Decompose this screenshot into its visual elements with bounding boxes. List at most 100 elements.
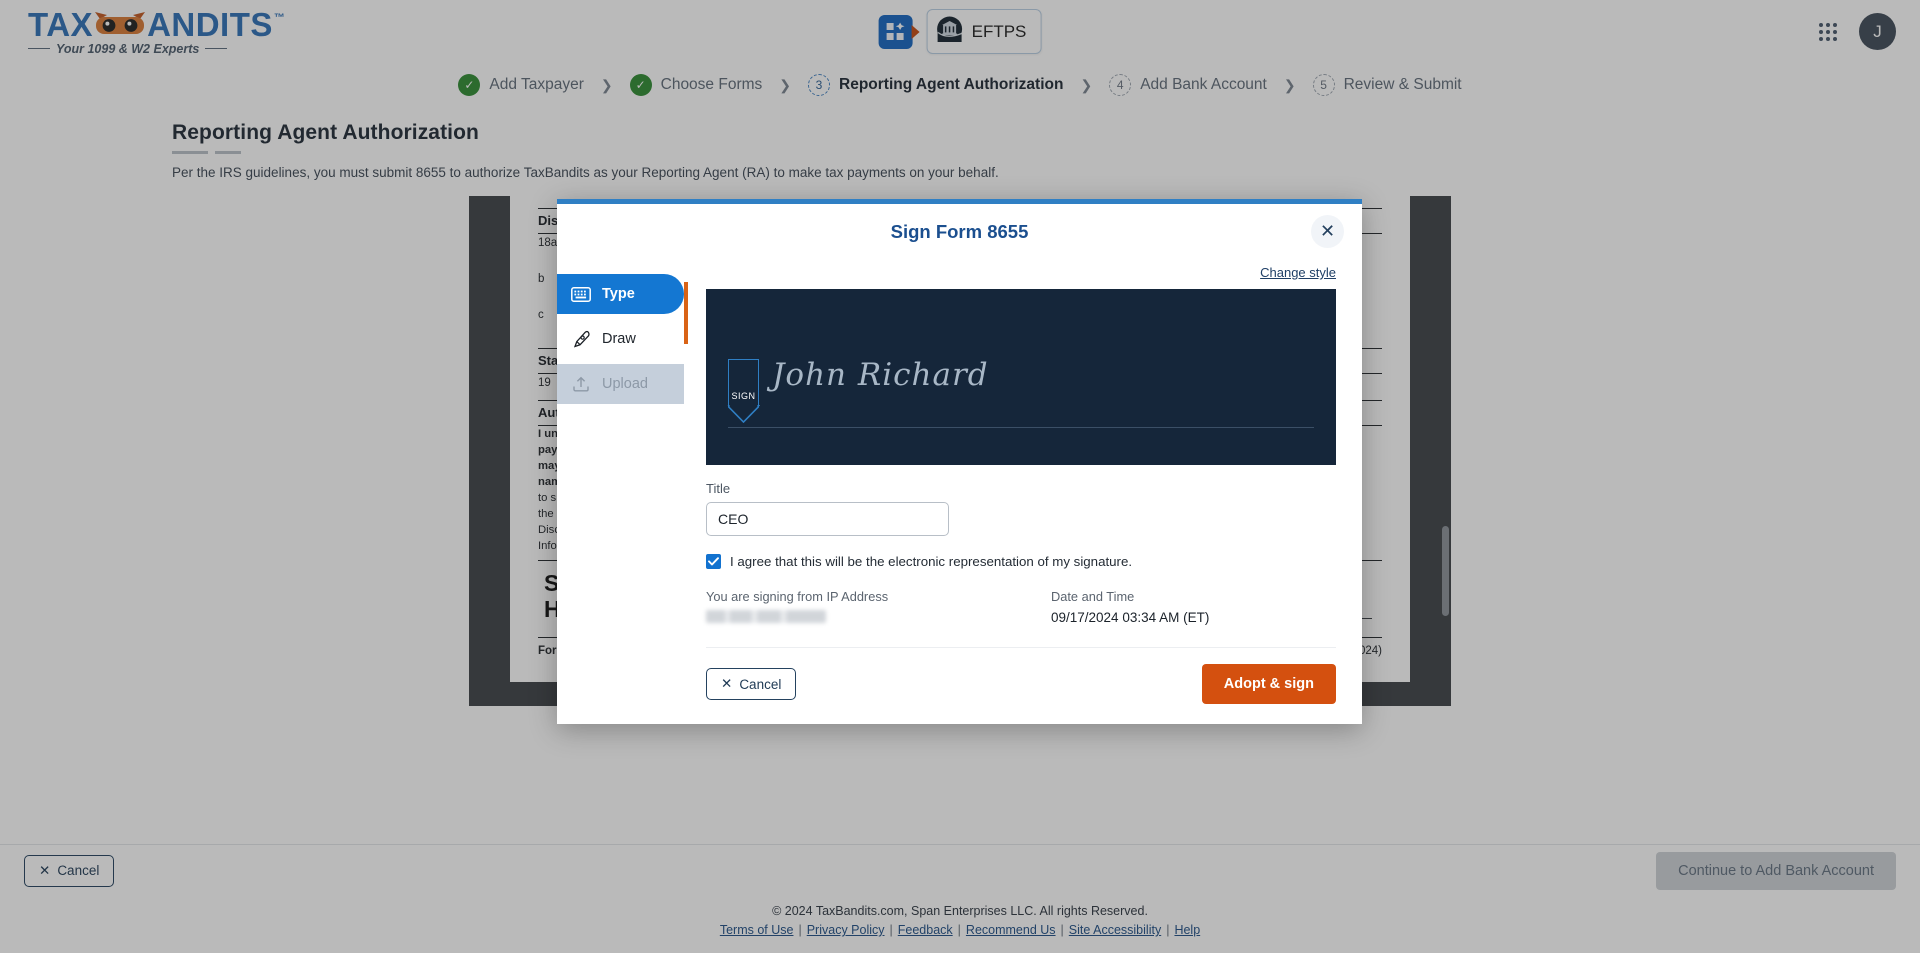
signing-metadata: You are signing from IP Address Date and…: [706, 589, 1336, 625]
agreement-checkbox[interactable]: [706, 554, 721, 569]
tab-draw-label: Draw: [602, 331, 636, 347]
step-separator: ❯: [1283, 76, 1296, 93]
page-title: Reporting Agent Authorization: [172, 121, 479, 144]
step-reporting-agent-authorization[interactable]: 3 Reporting Agent Authorization: [808, 74, 1063, 96]
step-3-number: 3: [808, 74, 831, 96]
keyboard-icon: [571, 284, 591, 304]
tab-draw[interactable]: Draw: [557, 319, 684, 359]
tab-upload-label: Upload: [602, 376, 648, 392]
eftps-label: EFTPS: [971, 21, 1027, 41]
step-add-taxpayer[interactable]: ✓ Add Taxpayer: [458, 74, 584, 96]
site-footer: © 2024 TaxBandits.com, Span Enterprises …: [0, 896, 1920, 953]
datetime-label: Date and Time: [1051, 589, 1135, 604]
taxbandits-logo[interactable]: TAX ANDITS ™ Your 1099 & W2 Experts: [28, 8, 285, 56]
modal-footer: ✕ Cancel Adopt & sign: [706, 647, 1336, 704]
step-3-label: Reporting Agent Authorization: [839, 76, 1064, 93]
close-icon[interactable]: ✕: [1311, 215, 1344, 248]
logo-text-tax: TAX: [28, 5, 94, 43]
active-tab-accent-bar: [684, 282, 688, 344]
ip-address-block: You are signing from IP Address: [706, 589, 1051, 625]
footer-link-privacy[interactable]: Privacy Policy: [807, 923, 885, 937]
signature-preview-pad[interactable]: SIGN John Richard: [706, 289, 1336, 465]
step-2-label: Choose Forms: [660, 76, 763, 93]
header-center-group: EFTPS: [878, 9, 1042, 54]
bottom-action-bar: ✕ Cancel Continue to Add Bank Account: [0, 844, 1920, 896]
datetime-block: Date and Time 09/17/2024 03:34 AM (ET): [1051, 589, 1336, 625]
apps-grid-icon[interactable]: [1819, 22, 1837, 41]
datetime-value: 09/17/2024 03:34 AM (ET): [1051, 610, 1210, 625]
tab-upload: Upload: [557, 364, 684, 404]
footer-links: Terms of Use | Privacy Policy | Feedback | Rec…: [719, 923, 1201, 937]
page-header: Reporting Agent Authorization Per the IR…: [0, 107, 1920, 180]
step-choose-forms[interactable]: ✓ Choose Forms: [629, 74, 763, 96]
step-5-number: 5: [1312, 74, 1335, 96]
signature-content: Change style SIGN John Richard Title CEO…: [684, 256, 1362, 724]
header-right-group: J: [1819, 13, 1896, 50]
sign-form-modal: Sign Form 8655 ✕ Type Draw Upload Change…: [557, 199, 1362, 724]
pen-icon: [571, 329, 591, 349]
step-2-status-icon: ✓: [629, 74, 652, 96]
cancel-button-label: Cancel: [57, 863, 100, 878]
tagline-dash-left: [28, 48, 50, 49]
title-input[interactable]: [706, 502, 949, 536]
step-review-submit[interactable]: 5 Review & Submit: [1312, 74, 1462, 96]
adopt-and-sign-button[interactable]: Adopt & sign: [1201, 664, 1336, 704]
apps-switcher-icon[interactable]: [878, 14, 913, 49]
agreement-text: I agree that this will be the electronic…: [730, 554, 1133, 569]
step-5-label: Review & Submit: [1343, 76, 1462, 93]
logo-tagline: Your 1099 & W2 Experts: [56, 41, 200, 56]
tagline-dash-right: [205, 48, 228, 49]
app-header: TAX ANDITS ™ Your 1099 & W2 Experts EFTP…: [0, 0, 1920, 63]
step-separator: ❯: [600, 76, 613, 93]
ip-address-label: You are signing from IP Address: [706, 589, 889, 604]
step-1-label: Add Taxpayer: [489, 76, 584, 93]
tab-type[interactable]: Type: [557, 274, 684, 314]
logo-text-bandits: ANDITS: [147, 5, 273, 43]
step-separator: ❯: [1080, 76, 1093, 93]
modal-cancel-button[interactable]: ✕ Cancel: [706, 668, 797, 700]
eftps-button[interactable]: EFTPS: [926, 9, 1042, 54]
modal-title: Sign Form 8655: [890, 221, 1029, 242]
close-icon: ✕: [39, 862, 51, 878]
page-subtitle: Per the IRS guidelines, you must submit …: [172, 165, 999, 180]
signature-method-tabs: Type Draw Upload: [557, 256, 684, 724]
step-separator: ❯: [779, 76, 792, 93]
progress-stepper: ✓ Add Taxpayer ❯ ✓ Choose Forms ❯ 3 Repo…: [0, 63, 1920, 107]
ip-address-value-redacted: [706, 610, 826, 623]
sign-badge-tip: [728, 405, 759, 424]
modal-body: Type Draw Upload Change style SIGN John …: [557, 256, 1362, 724]
signature-name: John Richard: [772, 357, 989, 393]
upload-icon: [571, 374, 591, 394]
title-underline: [172, 151, 1920, 154]
step-4-label: Add Bank Account: [1140, 76, 1267, 93]
modal-cancel-label: Cancel: [739, 676, 782, 692]
step-1-status-icon: ✓: [458, 74, 481, 96]
logo-trademark: ™: [273, 11, 286, 24]
sign-badge-text: SIGN: [731, 391, 756, 401]
change-style-link[interactable]: Change style: [1260, 265, 1336, 280]
step-add-bank-account[interactable]: 4 Add Bank Account: [1109, 74, 1267, 96]
footer-link-accessibility[interactable]: Site Accessibility: [1069, 923, 1161, 937]
agreement-row: I agree that this will be the electronic…: [706, 554, 1336, 569]
close-icon: ✕: [721, 676, 733, 691]
footer-link-recommend[interactable]: Recommend Us: [966, 923, 1056, 937]
avatar[interactable]: J: [1859, 13, 1896, 50]
cancel-button[interactable]: ✕ Cancel: [24, 854, 115, 887]
step-4-number: 4: [1109, 74, 1132, 96]
logo-tagline-row: Your 1099 & W2 Experts: [28, 42, 285, 56]
modal-header: Sign Form 8655 ✕: [557, 204, 1362, 256]
change-style-row: Change style: [706, 264, 1336, 282]
page-root: TAX ANDITS ™ Your 1099 & W2 Experts EFTP…: [0, 0, 1920, 953]
footer-link-feedback[interactable]: Feedback: [898, 923, 953, 937]
tab-type-label: Type: [602, 286, 635, 302]
sign-badge: SIGN: [728, 359, 759, 405]
eftps-bank-icon: [937, 16, 963, 47]
bandit-mask-icon: [94, 11, 146, 37]
footer-link-help[interactable]: Help: [1174, 923, 1200, 937]
copyright: © 2024 TaxBandits.com, Span Enterprises …: [772, 904, 1148, 918]
form-scrollbar[interactable]: [1442, 526, 1449, 616]
continue-to-add-bank-account-button[interactable]: Continue to Add Bank Account: [1656, 851, 1896, 890]
title-field-label: Title: [706, 481, 731, 496]
signature-baseline: [728, 427, 1314, 428]
footer-link-terms[interactable]: Terms of Use: [720, 923, 794, 937]
